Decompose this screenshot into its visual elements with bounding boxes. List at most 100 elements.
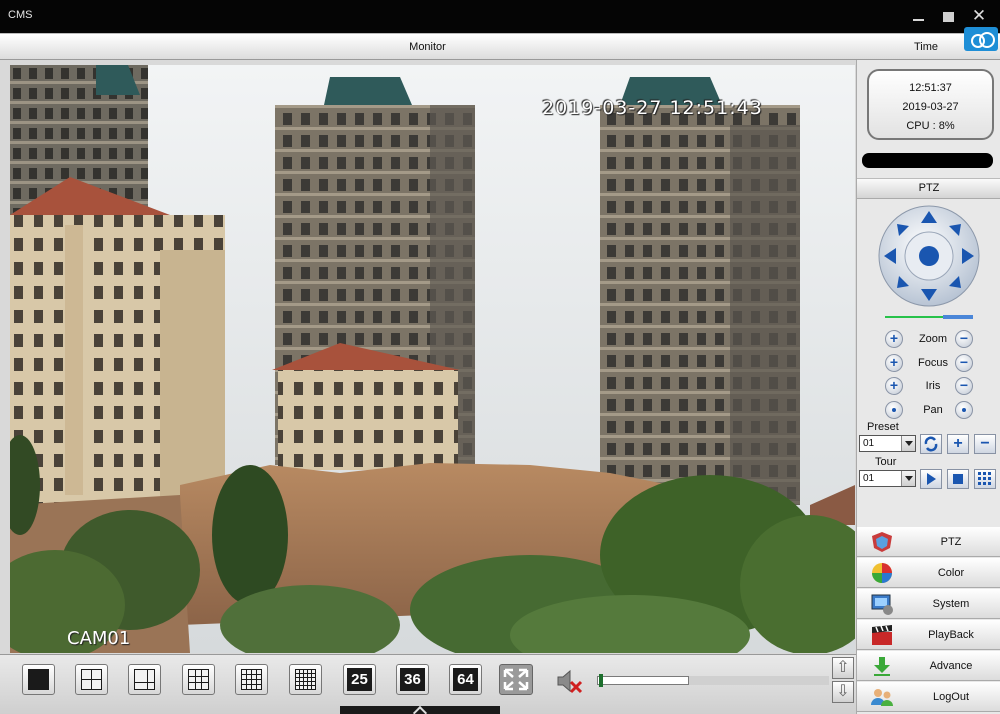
preset-select[interactable]: 01 xyxy=(859,435,916,452)
status-clock: 12:51:37 2019-03-27 CPU : 8% xyxy=(867,69,994,140)
users-icon xyxy=(871,689,893,706)
fullscreen-button[interactable] xyxy=(499,664,533,695)
scroll-down-button[interactable]: ⇩ xyxy=(832,681,854,703)
system-icon xyxy=(871,594,893,615)
ptz-direction-pad[interactable] xyxy=(877,205,981,307)
clock-time: 12:51:37 xyxy=(909,82,952,94)
volume-track xyxy=(689,676,829,685)
single-view-icon xyxy=(28,669,49,690)
color-palette-icon xyxy=(872,563,892,583)
quad-view-icon xyxy=(81,669,102,690)
volume-knob[interactable] xyxy=(598,674,603,687)
osd-timestamp: 2019-03-27 12:51:43 xyxy=(542,97,763,119)
chevron-down-icon xyxy=(901,471,915,486)
grid-dots-icon xyxy=(978,472,991,485)
layout-25-button[interactable]: 25 xyxy=(343,664,376,695)
menu-label-logout: LogOut xyxy=(932,691,970,703)
menu-item-advance[interactable]: Advance xyxy=(857,651,1000,681)
iris-control: + Iris − xyxy=(885,376,981,396)
tour-select[interactable]: 01 xyxy=(859,470,916,487)
zoom-control: + Zoom − xyxy=(885,329,981,349)
layout-36-label: 36 xyxy=(400,668,425,691)
clapperboard-icon xyxy=(872,625,892,645)
layout-4-button[interactable] xyxy=(75,664,108,695)
ptz-section-header: PTZ xyxy=(857,178,1000,199)
pan-start-button[interactable] xyxy=(885,401,903,419)
pan-stop-button[interactable] xyxy=(955,401,973,419)
focus-plus-button[interactable]: + xyxy=(885,354,903,372)
tour-value: 01 xyxy=(863,473,875,484)
nine-view-icon xyxy=(188,669,209,690)
cloud-icon[interactable] xyxy=(964,27,998,51)
layout-1-button[interactable] xyxy=(22,664,55,695)
title-bar: CMS ✕ xyxy=(0,0,1000,33)
volume-slider[interactable] xyxy=(597,674,689,687)
tour-stop-button[interactable] xyxy=(947,469,969,489)
stop-icon xyxy=(953,474,963,484)
cpu-usage: CPU : 8% xyxy=(906,120,955,132)
ptz-shield-icon xyxy=(872,532,892,552)
menu-item-ptz[interactable]: PTZ xyxy=(857,527,1000,557)
layout-36-button[interactable]: 36 xyxy=(396,664,429,695)
zoom-out-button[interactable]: − xyxy=(955,330,973,348)
ptz-speed-fill xyxy=(885,316,943,318)
fullscreen-icon xyxy=(503,668,529,691)
focus-control: + Focus − xyxy=(885,353,981,373)
iris-minus-button[interactable]: − xyxy=(955,377,973,395)
window-title: CMS xyxy=(8,9,33,21)
right-panel: 12:51:37 2019-03-27 CPU : 8% PTZ + Zoom … xyxy=(856,60,1000,714)
layout-9-button[interactable] xyxy=(182,664,215,695)
tour-label: Tour xyxy=(875,456,897,468)
layout-64-label: 64 xyxy=(453,668,478,691)
ptz-speed-slider[interactable] xyxy=(885,315,973,320)
menu-label-advance: Advance xyxy=(929,660,973,672)
camera-view[interactable]: 2019-03-27 12:51:43 CAM01 xyxy=(10,65,855,653)
layout-16-button[interactable] xyxy=(235,664,268,695)
header-bar: Monitor Time xyxy=(0,33,1000,60)
preset-call-button[interactable] xyxy=(920,434,942,454)
refresh-icon xyxy=(924,436,938,452)
menu-item-color[interactable]: Color xyxy=(857,558,1000,588)
layout-64-button[interactable]: 64 xyxy=(449,664,482,695)
download-arrow-icon xyxy=(874,657,890,676)
menu-item-playback[interactable]: PlayBack xyxy=(857,620,1000,650)
tour-play-button[interactable] xyxy=(920,469,942,489)
bottom-collapse-handle[interactable] xyxy=(340,706,500,714)
status-bar xyxy=(862,153,993,168)
focus-minus-button[interactable]: − xyxy=(955,354,973,372)
layout-25-label: 25 xyxy=(347,668,372,691)
tour-grid-button[interactable] xyxy=(974,469,996,489)
time-label: Time xyxy=(914,41,939,53)
cms-window: CMS ✕ Monitor Time 2019-03-27 12:51:43 C… xyxy=(0,0,1000,714)
scroll-up-button[interactable]: ⇧ xyxy=(832,657,854,679)
menu-item-logout[interactable]: LogOut xyxy=(857,682,1000,712)
maximize-button[interactable] xyxy=(938,6,960,28)
close-button[interactable]: ✕ xyxy=(968,6,990,28)
zoom-in-button[interactable]: + xyxy=(885,330,903,348)
mute-speaker-icon[interactable] xyxy=(554,667,584,695)
sixteen-view-icon xyxy=(241,669,262,690)
menu-label-color: Color xyxy=(937,567,965,579)
play-icon xyxy=(927,473,936,485)
preset-delete-button[interactable]: − xyxy=(974,434,996,454)
iris-label: Iris xyxy=(925,380,941,392)
bottom-toolbar: 25 36 64 ⇧ ⇩ xyxy=(0,654,856,714)
iris-plus-button[interactable]: + xyxy=(885,377,903,395)
menu-label-playback: PlayBack xyxy=(928,629,974,641)
chevron-down-icon xyxy=(901,436,915,451)
minimize-button[interactable] xyxy=(908,6,930,28)
pan-label: Pan xyxy=(923,404,943,416)
six-view-icon xyxy=(134,669,155,690)
pan-control: Pan xyxy=(885,400,981,420)
layout-20-button[interactable] xyxy=(289,664,322,695)
focus-label: Focus xyxy=(918,357,948,369)
zoom-label: Zoom xyxy=(918,333,948,345)
layout-6-button[interactable] xyxy=(128,664,161,695)
menu-label-ptz: PTZ xyxy=(940,536,962,548)
camera-image xyxy=(10,65,855,653)
menu-label-system: System xyxy=(932,598,970,610)
osd-camera-name: CAM01 xyxy=(67,628,131,649)
menu-item-system[interactable]: System xyxy=(857,589,1000,619)
monitor-tab[interactable]: Monitor xyxy=(0,34,855,60)
preset-add-button[interactable]: + xyxy=(947,434,969,454)
